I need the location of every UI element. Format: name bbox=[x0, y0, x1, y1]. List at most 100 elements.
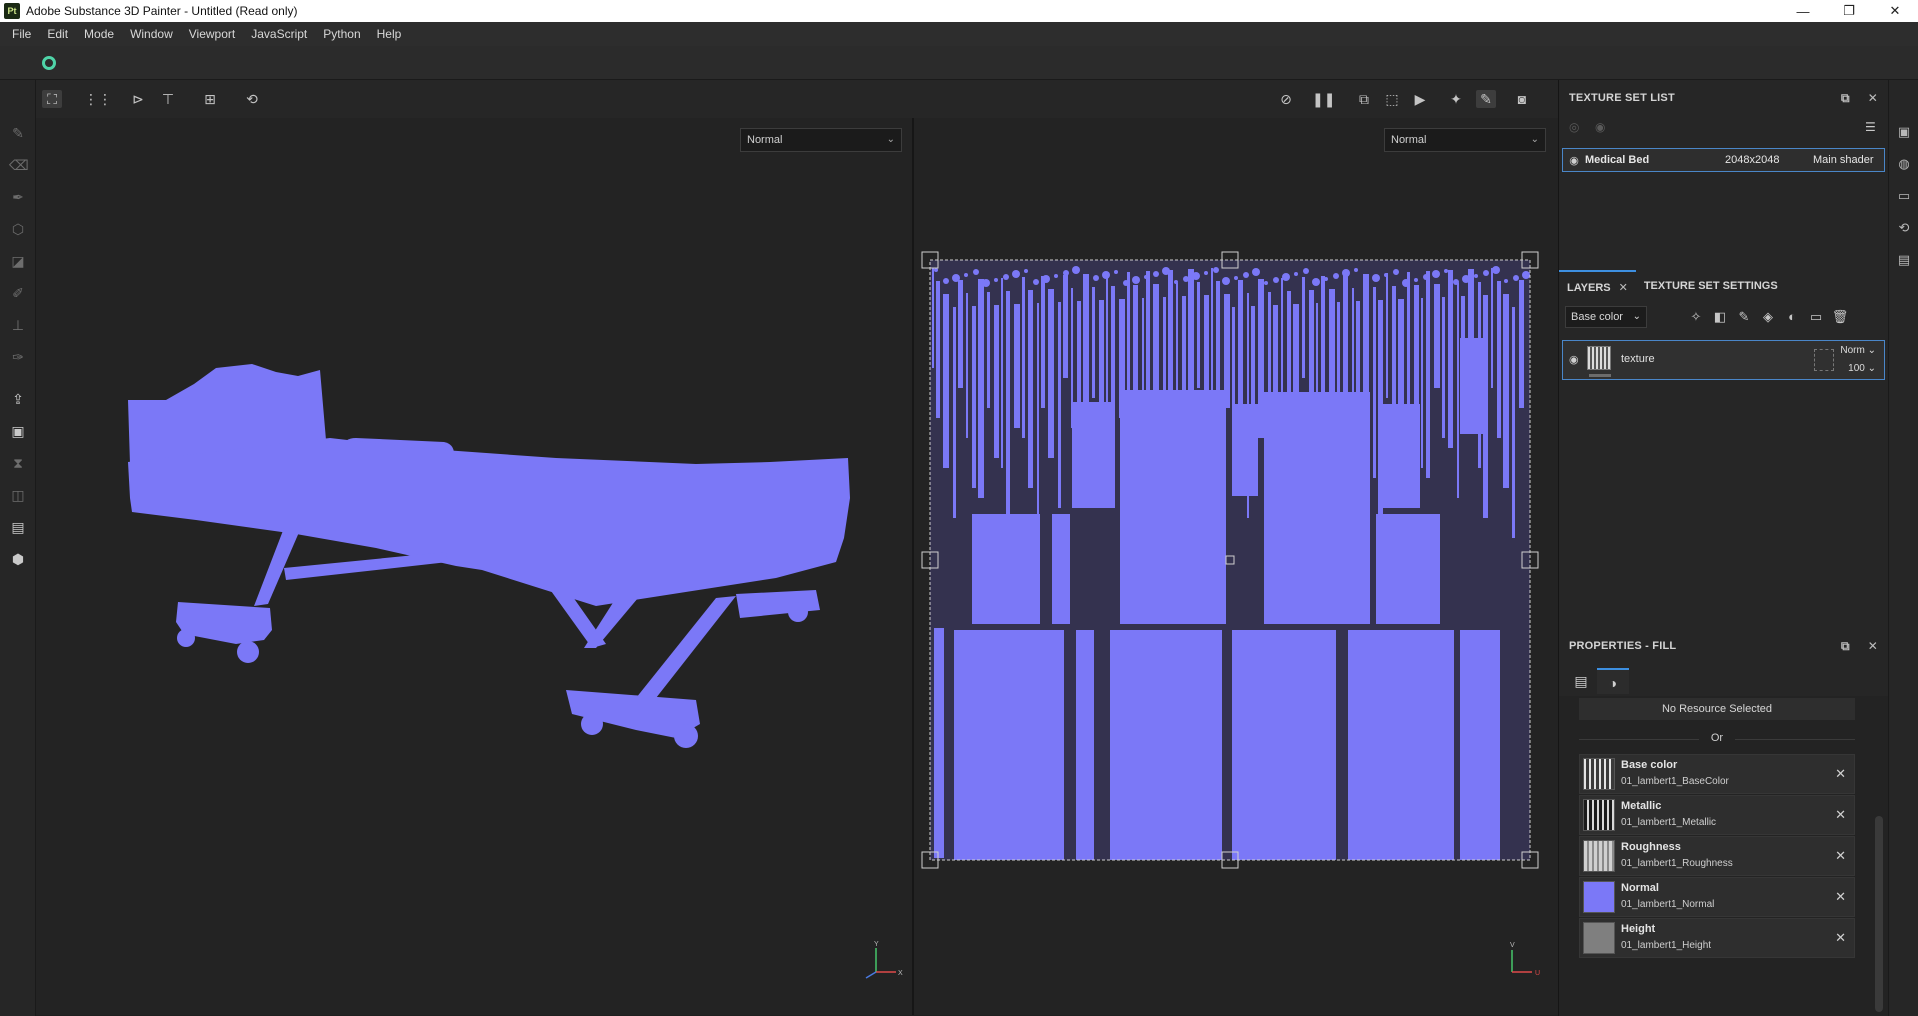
layer-row[interactable]: ◉ texture Norm ⌄ 100 ⌄ bbox=[1562, 340, 1885, 380]
eraser-icon[interactable]: ⌫ bbox=[9, 156, 29, 174]
material-tab-icon[interactable]: ◑ bbox=[1597, 668, 1629, 694]
uv-island bbox=[1054, 274, 1058, 278]
mirror-x-icon[interactable]: ⊳ bbox=[128, 90, 148, 108]
uv-island bbox=[1522, 271, 1530, 279]
uv-island bbox=[987, 292, 990, 408]
menu-icon[interactable]: ☰ bbox=[1865, 120, 1876, 134]
assets-icon[interactable]: ▭ bbox=[1896, 188, 1912, 204]
projection-icon[interactable]: ✒ bbox=[9, 188, 27, 206]
float-panel-icon[interactable]: ⧉ bbox=[1841, 91, 1850, 106]
smudge-icon[interactable]: ◪ bbox=[9, 252, 27, 270]
mesh-icon[interactable]: ⬢ bbox=[9, 550, 27, 568]
fit-icon[interactable]: ⊞ bbox=[200, 90, 220, 108]
no-resource-slot[interactable]: No Resource Selected bbox=[1579, 698, 1855, 720]
menu-viewport[interactable]: Viewport bbox=[181, 22, 243, 46]
viewport-2d[interactable]: Normal ⌄ V U bbox=[914, 118, 1558, 1015]
uv-island bbox=[943, 278, 949, 284]
remove-channel-icon[interactable]: ✕ bbox=[1835, 848, 1846, 864]
eye-icon[interactable]: ◉ bbox=[1563, 154, 1585, 167]
hourglass-icon[interactable]: ⧗ bbox=[9, 454, 27, 472]
channel-card-roughness[interactable]: Roughness 01_lambert1_Roughness ✕ bbox=[1579, 836, 1855, 876]
hide-all-icon[interactable]: ◎ bbox=[1569, 120, 1579, 134]
remove-channel-icon[interactable]: ✕ bbox=[1835, 889, 1846, 905]
log-icon[interactable]: ▤ bbox=[1896, 252, 1912, 268]
layer-mask-slot[interactable] bbox=[1814, 349, 1834, 371]
menu-help[interactable]: Help bbox=[369, 22, 410, 46]
add-fill-layer-icon[interactable]: ◈ bbox=[1759, 308, 1777, 326]
export-icon[interactable]: ⇪ bbox=[9, 390, 27, 408]
grid-icon[interactable]: ⋮⋮ bbox=[84, 90, 112, 108]
menu-python[interactable]: Python bbox=[315, 22, 368, 46]
channel-card-metallic[interactable]: Metallic 01_lambert1_Metallic ✕ bbox=[1579, 795, 1855, 835]
texture-set-list-title: TEXTURE SET LIST bbox=[1569, 92, 1675, 104]
texture-set-list-icon[interactable]: ▣ bbox=[1896, 124, 1912, 140]
light-icon[interactable]: ✦ bbox=[1446, 90, 1466, 108]
view-split-icon[interactable]: ⧉ bbox=[1354, 90, 1374, 108]
uv-island bbox=[1294, 272, 1298, 276]
axis-x-label: X bbox=[898, 970, 903, 977]
menu-window[interactable]: Window bbox=[122, 22, 181, 46]
delete-layer-icon[interactable]: 🗑 bbox=[1831, 308, 1849, 326]
stamp-icon[interactable]: ⊥ bbox=[9, 316, 27, 334]
uv-island bbox=[1063, 270, 1069, 276]
menu-javascript[interactable]: JavaScript bbox=[243, 22, 315, 46]
eye-icon[interactable]: ◉ bbox=[1569, 353, 1579, 366]
history-icon[interactable]: ⟲ bbox=[242, 90, 262, 108]
tab-texture-set-settings[interactable]: TEXTURE SET SETTINGS bbox=[1636, 270, 1786, 302]
menu-edit[interactable]: Edit bbox=[39, 22, 76, 46]
remove-channel-icon[interactable]: ✕ bbox=[1835, 930, 1846, 946]
cube-icon[interactable]: ⬚ bbox=[1382, 90, 1402, 108]
sync-status-icon[interactable] bbox=[42, 56, 56, 70]
color-picker-icon[interactable]: ✑ bbox=[9, 348, 27, 366]
remove-channel-icon[interactable]: ✕ bbox=[1835, 766, 1846, 782]
tool-sidebar: ✎ ⌫ ✒ ⬡ ◪ ✐ ⊥ ✑ ⇪ ▣ ⧗ ◫ ▤ ⬢ bbox=[0, 80, 36, 1016]
layer-opacity[interactable]: 100 ⌄ bbox=[1848, 363, 1876, 374]
menu-file[interactable]: File bbox=[4, 22, 39, 46]
layer-blend-mode[interactable]: Norm ⌄ bbox=[1840, 345, 1876, 356]
add-effect-icon[interactable]: ✧ bbox=[1687, 308, 1705, 326]
uv-island bbox=[934, 268, 938, 272]
channel-select[interactable]: Base color ⌄ bbox=[1565, 306, 1647, 328]
viewport-toolbar: ⛶ ⋮⋮ ⊳ ⊤ ⊞ ⟲ ⊘ ❚❚ ⧉ ⬚ ▶ ✦ ✎ ◙ bbox=[36, 80, 1558, 118]
screenshot-icon[interactable]: ◙ bbox=[1512, 90, 1532, 108]
texture-set-shader[interactable]: Main shader bbox=[1813, 154, 1874, 166]
paint-mode-icon[interactable]: ✎ bbox=[1476, 90, 1496, 108]
minimize-button[interactable]: — bbox=[1780, 0, 1826, 22]
close-button[interactable]: ✕ bbox=[1872, 0, 1918, 22]
pause-icon[interactable]: ❚❚ bbox=[1312, 90, 1335, 108]
polygon-fill-icon[interactable]: ⬡ bbox=[9, 220, 27, 238]
show-all-icon[interactable]: ◉ bbox=[1595, 120, 1605, 134]
texture-set-row[interactable]: ◉ Medical Bed 2048x2048 Main shader bbox=[1562, 148, 1885, 172]
add-paint-layer-icon[interactable]: ✎ bbox=[1735, 308, 1753, 326]
menu-mode[interactable]: Mode bbox=[76, 22, 122, 46]
layer-name[interactable]: texture bbox=[1621, 353, 1655, 365]
tab-layers[interactable]: LAYERS ✕ bbox=[1559, 270, 1636, 302]
mirror-y-icon[interactable]: ⊤ bbox=[158, 90, 178, 108]
channel-card-height[interactable]: Height 01_lambert1_Height ✕ bbox=[1579, 918, 1855, 958]
add-smart-material-icon[interactable]: ◐ bbox=[1783, 308, 1801, 326]
remove-channel-icon[interactable]: ✕ bbox=[1835, 807, 1846, 823]
add-mask-icon[interactable]: ◧ bbox=[1711, 308, 1729, 326]
selection-mode-icon[interactable]: ⛶ bbox=[42, 90, 62, 108]
close-panel-icon[interactable]: ✕ bbox=[1868, 91, 1878, 105]
add-folder-icon[interactable]: ▭ bbox=[1807, 308, 1825, 326]
hide-icon[interactable]: ⊘ bbox=[1276, 90, 1296, 108]
camera-icon[interactable]: ▶ bbox=[1410, 90, 1430, 108]
display-settings-icon[interactable]: ▤ bbox=[9, 518, 27, 536]
uv-icon[interactable]: ◫ bbox=[9, 486, 27, 504]
channel-card-base-color[interactable]: Base color 01_lambert1_BaseColor ✕ bbox=[1579, 754, 1855, 794]
history-icon[interactable]: ⟲ bbox=[1896, 220, 1912, 236]
properties-header: PROPERTIES - FILL ⧉ ✕ bbox=[1559, 628, 1888, 664]
close-icon[interactable]: ✕ bbox=[1619, 282, 1628, 294]
clone-icon[interactable]: ✐ bbox=[9, 284, 27, 302]
display-settings-icon[interactable]: ◍ bbox=[1896, 156, 1912, 172]
channel-card-normal[interactable]: Normal 01_lambert1_Normal ✕ bbox=[1579, 877, 1855, 917]
viewport-3d[interactable]: Normal ⌄ Y X bbox=[36, 118, 912, 1015]
float-panel-icon[interactable]: ⧉ bbox=[1841, 639, 1850, 654]
bake-icon[interactable]: ▣ bbox=[9, 422, 27, 440]
close-panel-icon[interactable]: ✕ bbox=[1868, 639, 1878, 653]
properties-scrollbar[interactable] bbox=[1875, 816, 1883, 1012]
paint-brush-icon[interactable]: ✎ bbox=[9, 124, 27, 142]
maximize-button[interactable]: ❐ bbox=[1826, 0, 1872, 22]
fill-settings-tab-icon[interactable]: ▤ bbox=[1565, 668, 1597, 694]
